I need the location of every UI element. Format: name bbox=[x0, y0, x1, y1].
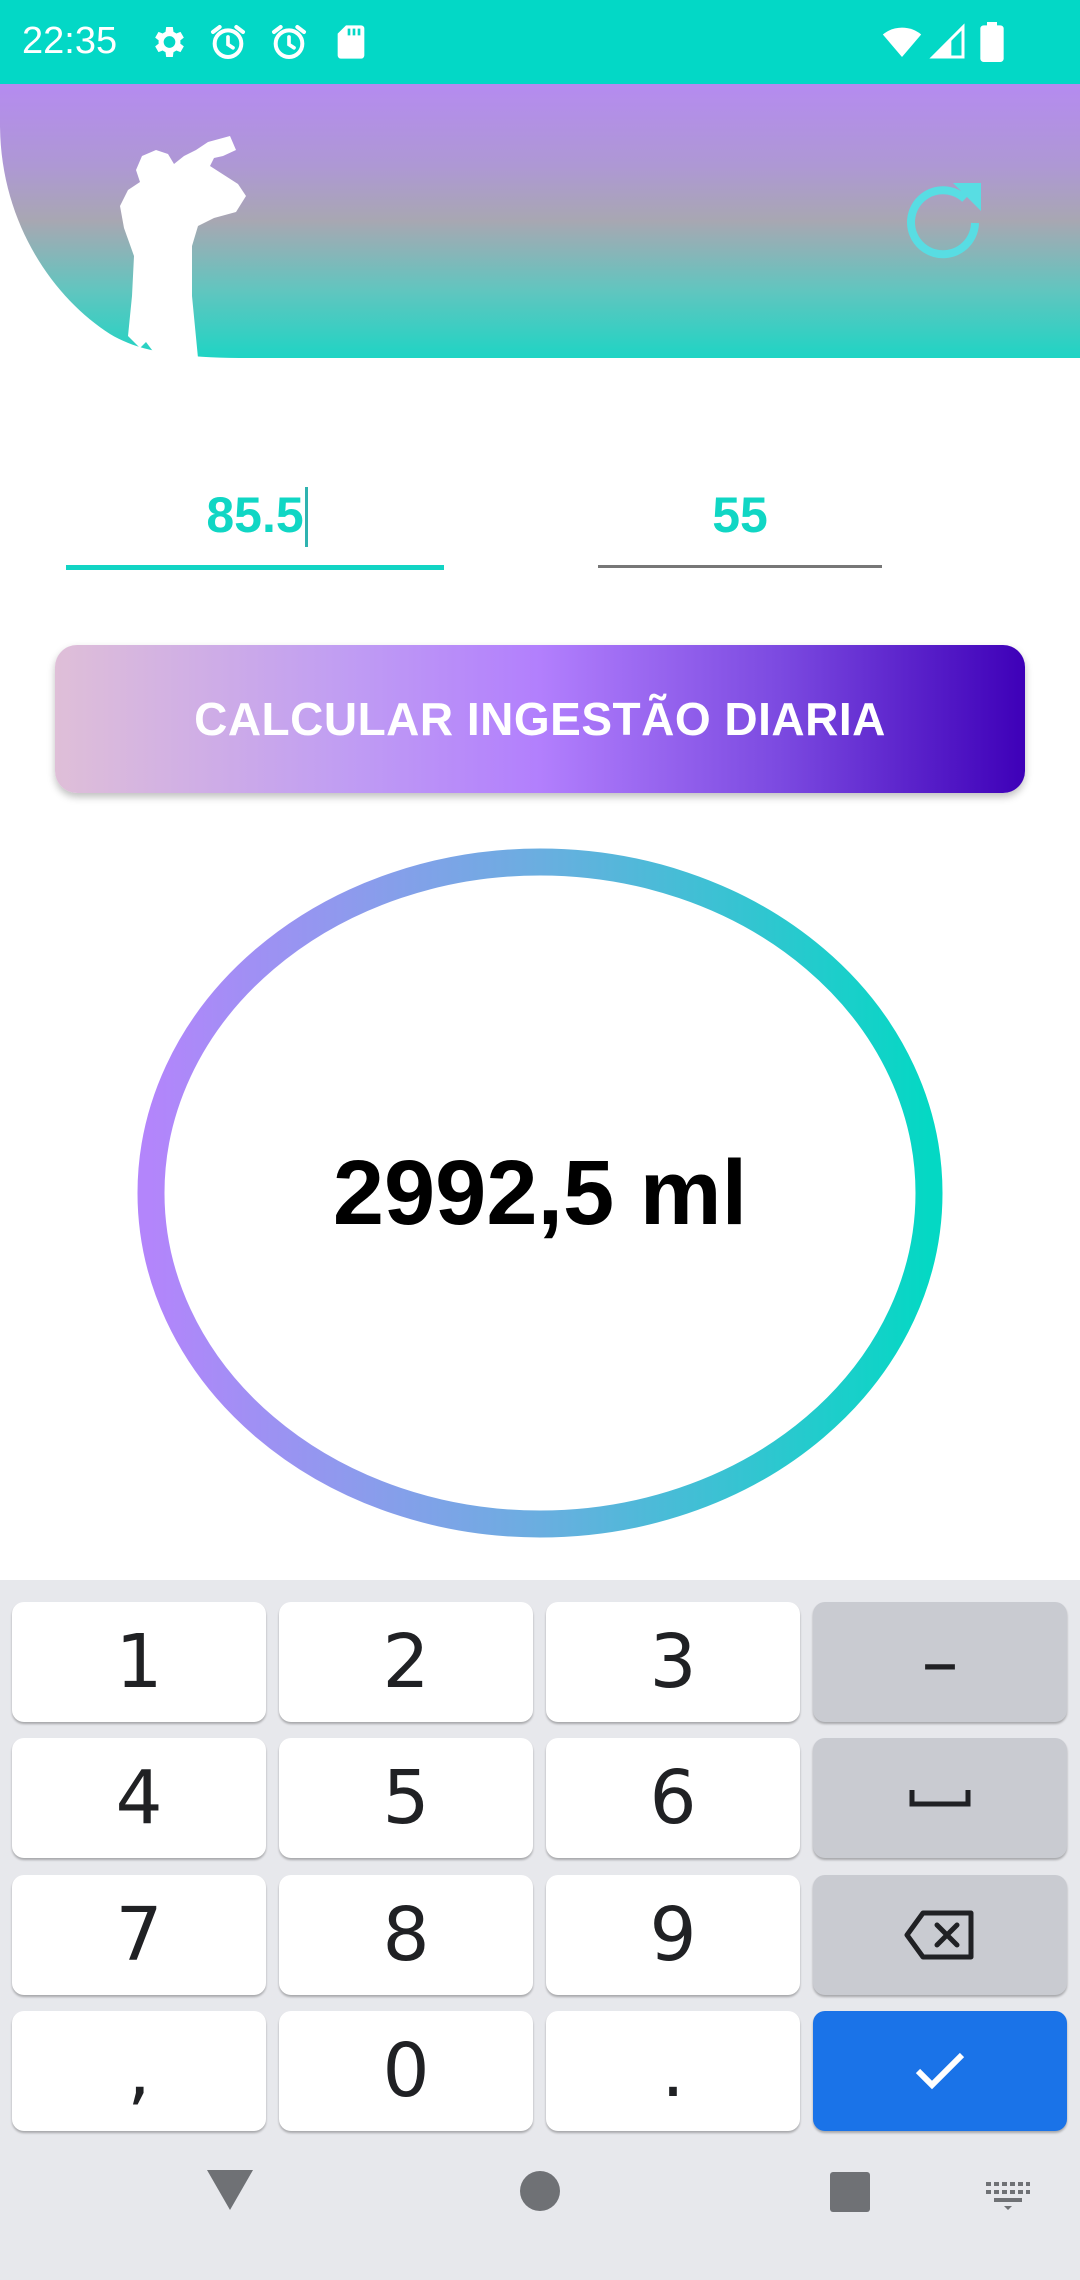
home-icon bbox=[519, 2171, 561, 2216]
recents-icon bbox=[829, 2172, 871, 2217]
gear-icon bbox=[148, 22, 188, 62]
alarm-icon bbox=[208, 22, 248, 62]
key-7[interactable]: 7 bbox=[12, 1875, 266, 1995]
header-banner bbox=[0, 84, 1080, 358]
key-period[interactable]: . bbox=[546, 2011, 800, 2131]
signal-icon bbox=[928, 22, 968, 62]
alarm-icon bbox=[269, 22, 309, 62]
age-field[interactable] bbox=[598, 480, 882, 568]
key-space[interactable] bbox=[813, 1738, 1067, 1858]
result-value: 2992,5 ml bbox=[332, 1141, 748, 1244]
person-drinking-icon bbox=[118, 136, 268, 358]
app-screen: 22:35 85.5 55 CALCULAR INGESTÃO DIARIA 2… bbox=[0, 0, 1080, 2280]
refresh-icon bbox=[895, 175, 991, 271]
key-backspace[interactable] bbox=[813, 1875, 1067, 1995]
recents-button[interactable] bbox=[829, 2171, 871, 2213]
sd-card-icon bbox=[331, 22, 371, 62]
key-enter[interactable] bbox=[813, 2011, 1067, 2131]
weight-underline bbox=[66, 565, 444, 570]
status-bar: 22:35 bbox=[0, 0, 1080, 84]
key-8[interactable]: 8 bbox=[279, 1875, 533, 1995]
key-minus[interactable]: – bbox=[813, 1602, 1067, 1722]
age-underline bbox=[598, 565, 882, 568]
navigation-bar bbox=[0, 2130, 1080, 2280]
key-9[interactable]: 9 bbox=[546, 1875, 800, 1995]
check-icon bbox=[912, 2049, 968, 2093]
keyboard-switch-button[interactable] bbox=[986, 2180, 1030, 2210]
numeric-keyboard: 1 2 3 – 4 5 6 7 8 9 , 0 . bbox=[0, 1580, 1080, 2280]
key-5[interactable]: 5 bbox=[279, 1738, 533, 1858]
backspace-icon bbox=[903, 1909, 977, 1961]
key-comma[interactable]: , bbox=[12, 2011, 266, 2131]
back-button[interactable] bbox=[205, 2168, 255, 2212]
status-time: 22:35 bbox=[22, 20, 118, 62]
calculate-button[interactable]: CALCULAR INGESTÃO DIARIA bbox=[55, 645, 1025, 793]
key-2[interactable]: 2 bbox=[279, 1602, 533, 1722]
keyboard-icon bbox=[986, 2182, 1030, 2214]
home-button[interactable] bbox=[519, 2170, 561, 2212]
battery-icon bbox=[978, 22, 1006, 62]
age-input[interactable] bbox=[598, 480, 882, 550]
key-4[interactable]: 4 bbox=[12, 1738, 266, 1858]
weight-input[interactable] bbox=[66, 480, 444, 550]
key-1[interactable]: 1 bbox=[12, 1602, 266, 1722]
back-icon bbox=[205, 2170, 255, 2216]
text-cursor bbox=[305, 487, 308, 547]
key-0[interactable]: 0 bbox=[279, 2011, 533, 2131]
refresh-button[interactable] bbox=[895, 175, 991, 271]
key-3[interactable]: 3 bbox=[546, 1602, 800, 1722]
space-icon bbox=[908, 1786, 972, 1810]
weight-field[interactable] bbox=[66, 480, 444, 570]
wifi-icon bbox=[880, 22, 924, 62]
key-6[interactable]: 6 bbox=[546, 1738, 800, 1858]
